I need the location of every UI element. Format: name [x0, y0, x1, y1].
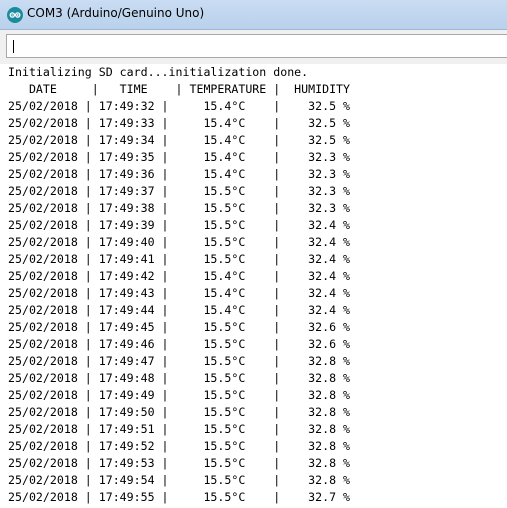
- text-caret: [13, 40, 14, 53]
- table-row: 25/02/2018 | 17:49:43 | 15.4°C | 32.4 %: [8, 286, 351, 300]
- table-row: 25/02/2018 | 17:49:35 | 15.4°C | 32.3 %: [8, 150, 351, 164]
- table-row: 25/02/2018 | 17:49:47 | 15.5°C | 32.8 %: [8, 354, 351, 368]
- table-row: 25/02/2018 | 17:49:53 | 15.5°C | 32.8 %: [8, 456, 351, 470]
- table-row: 25/02/2018 | 17:49:37 | 15.5°C | 32.3 %: [8, 184, 351, 198]
- serial-monitor-window: COM3 (Arduino/Genuino Uno) Initializing …: [0, 0, 507, 508]
- send-bar: [0, 30, 507, 64]
- title-bar[interactable]: COM3 (Arduino/Genuino Uno): [0, 0, 507, 30]
- table-row: 25/02/2018 | 17:49:42 | 15.4°C | 32.4 %: [8, 269, 351, 283]
- table-row: 25/02/2018 | 17:49:55 | 15.5°C | 32.7 %: [8, 490, 351, 504]
- table-row: 25/02/2018 | 17:49:51 | 15.5°C | 32.8 %: [8, 422, 351, 436]
- table-row: 25/02/2018 | 17:49:54 | 15.5°C | 32.8 %: [8, 473, 351, 487]
- table-row: 25/02/2018 | 17:49:38 | 15.5°C | 32.3 %: [8, 201, 351, 215]
- table-row: 25/02/2018 | 17:49:41 | 15.5°C | 32.4 %: [8, 252, 351, 266]
- table-row: 25/02/2018 | 17:49:46 | 15.5°C | 32.6 %: [8, 337, 351, 351]
- send-input[interactable]: [6, 34, 507, 58]
- table-row: 25/02/2018 | 17:49:33 | 15.4°C | 32.5 %: [8, 116, 351, 130]
- table-row: 25/02/2018 | 17:49:39 | 15.5°C | 32.4 %: [8, 218, 351, 232]
- table-row: 25/02/2018 | 17:49:52 | 15.5°C | 32.8 %: [8, 439, 351, 453]
- window-title: COM3 (Arduino/Genuino Uno): [27, 6, 205, 20]
- status-line: Initializing SD card...initialization do…: [8, 65, 309, 79]
- table-row: 25/02/2018 | 17:49:32 | 15.4°C | 32.5 %: [8, 99, 351, 113]
- table-row: 25/02/2018 | 17:49:40 | 15.5°C | 32.4 %: [8, 235, 351, 249]
- table-row: 25/02/2018 | 17:49:45 | 15.5°C | 32.6 %: [8, 320, 351, 334]
- table-row: 25/02/2018 | 17:49:50 | 15.5°C | 32.8 %: [8, 405, 351, 419]
- table-row: 25/02/2018 | 17:49:34 | 15.4°C | 32.5 %: [8, 133, 351, 147]
- arduino-icon: [7, 7, 23, 23]
- table-row: 25/02/2018 | 17:49:49 | 15.5°C | 32.8 %: [8, 388, 351, 402]
- serial-output[interactable]: Initializing SD card...initialization do…: [0, 64, 507, 508]
- table-row: 25/02/2018 | 17:49:36 | 15.4°C | 32.3 %: [8, 167, 351, 181]
- table-row: 25/02/2018 | 17:49:44 | 15.4°C | 32.4 %: [8, 303, 351, 317]
- table-header: DATE | TIME | TEMPERATURE | HUMIDITY: [8, 82, 351, 96]
- table-row: 25/02/2018 | 17:49:48 | 15.5°C | 32.8 %: [8, 371, 351, 385]
